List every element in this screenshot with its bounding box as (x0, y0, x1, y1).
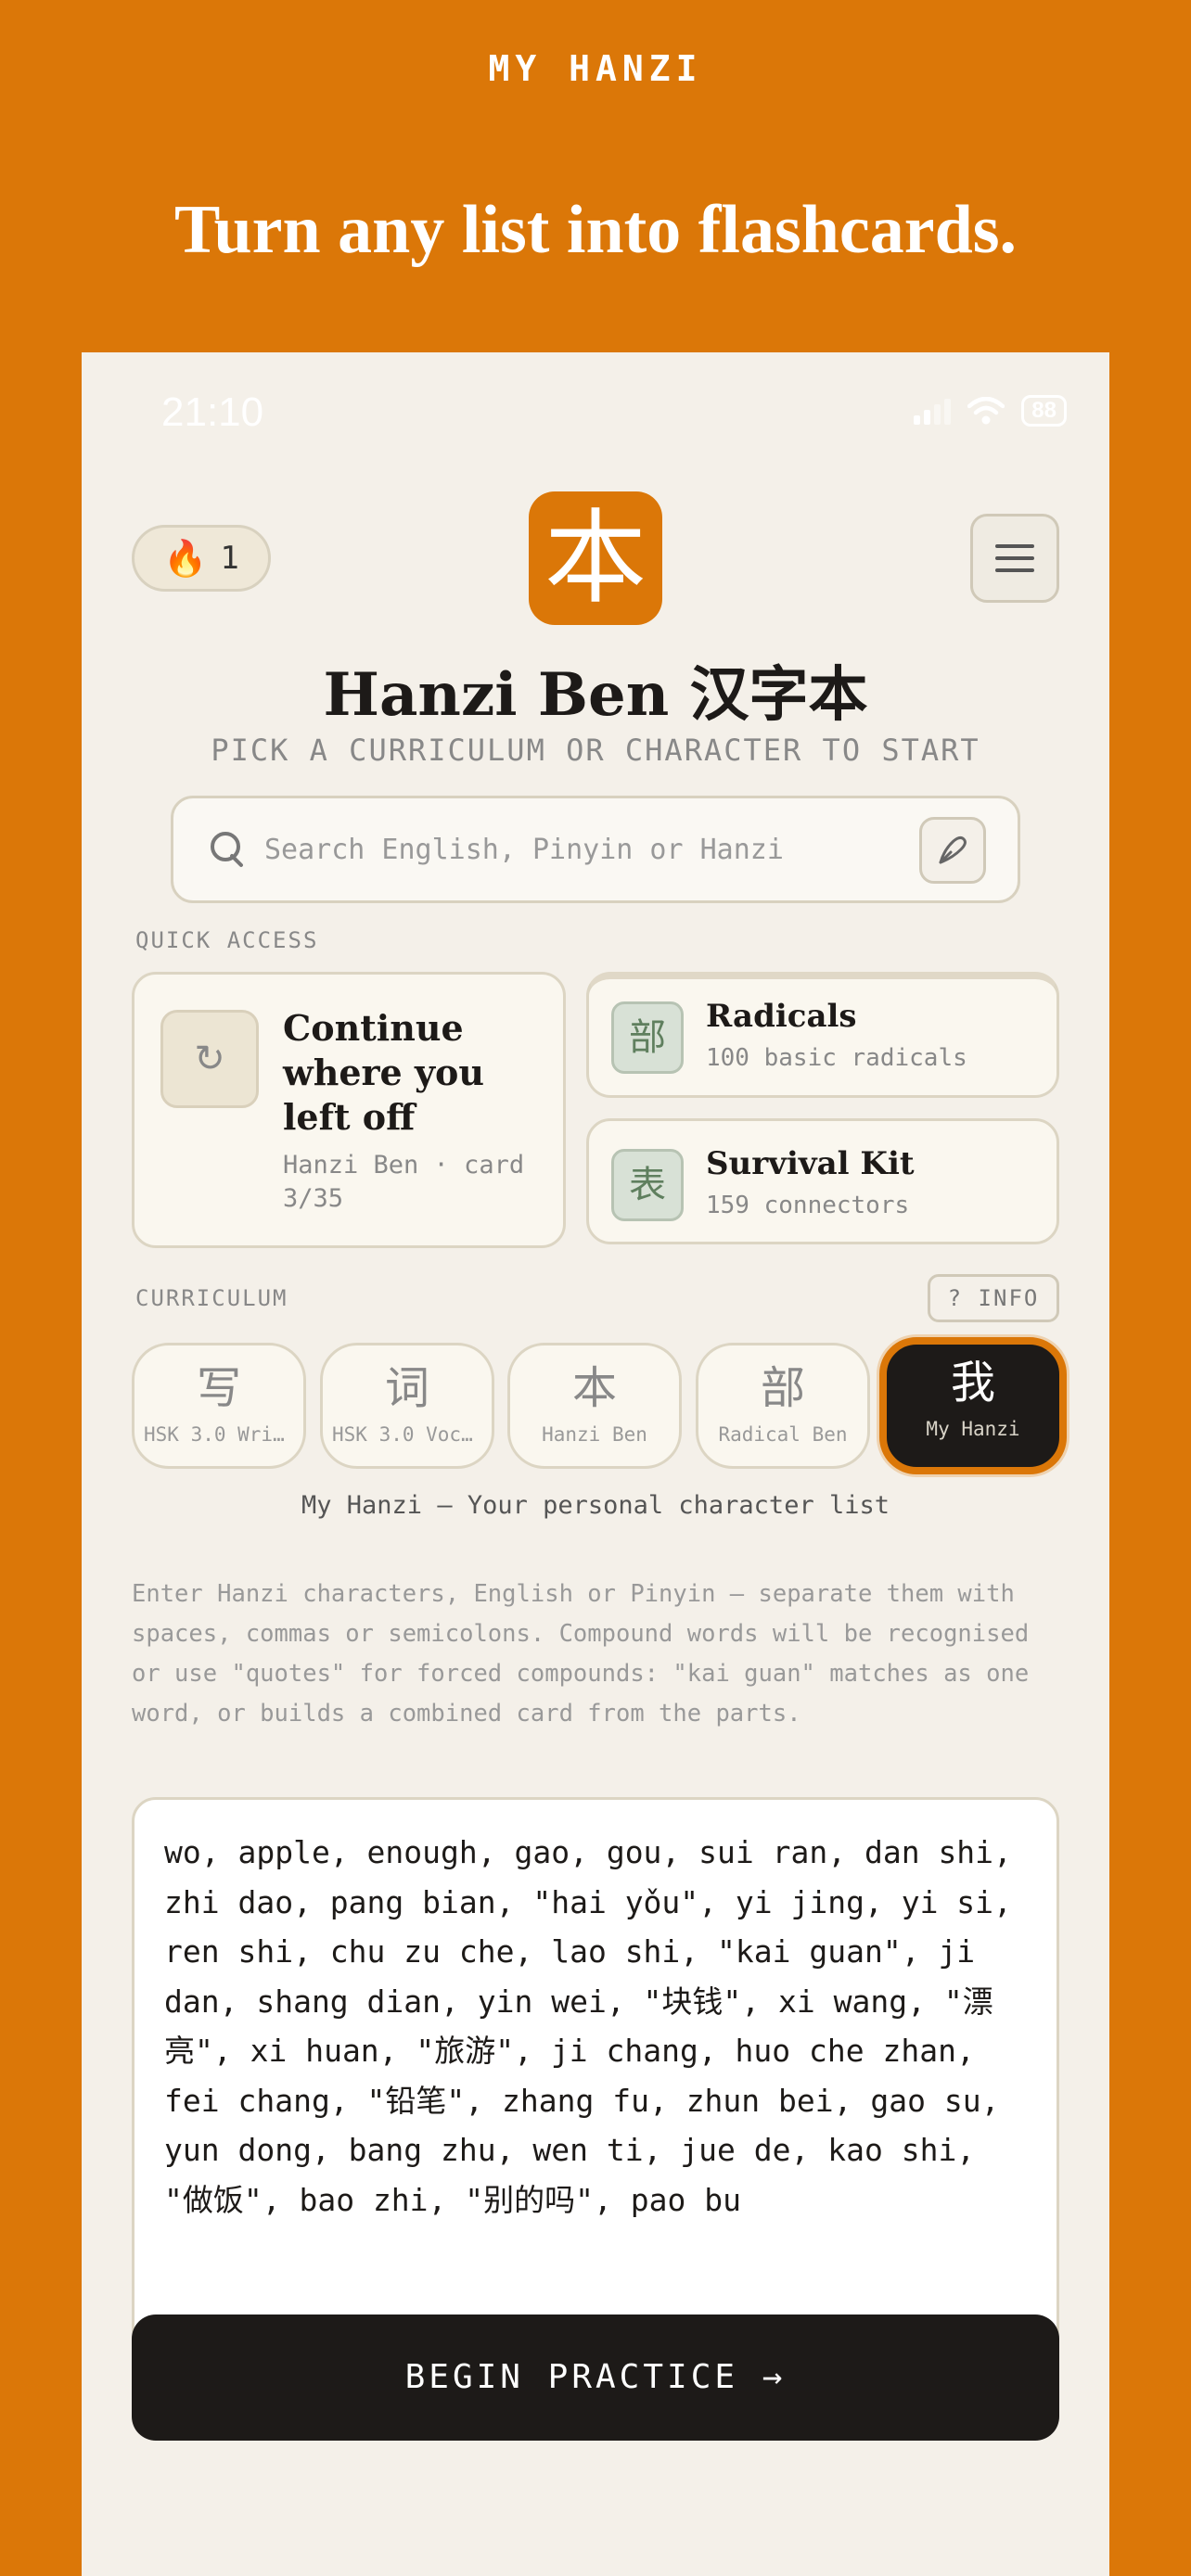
tile-label: HSK 3.0 Vocabulary (332, 1423, 482, 1446)
tile-char: 词 (384, 1362, 429, 1414)
tile-char: 本 (571, 1362, 617, 1414)
info-button[interactable]: ? INFO (928, 1274, 1059, 1322)
promo-headline: Turn any list into flashcards. (173, 192, 1018, 268)
search-icon (209, 830, 248, 869)
help-text: Enter Hanzi characters, English or Pinyi… (132, 1580, 1030, 1728)
tile-label: Radical Ben (718, 1423, 848, 1446)
survival-title: Survival Kit (706, 1145, 915, 1182)
app-title: Hanzi Ben 汉字本 (323, 660, 868, 730)
search-bar[interactable] (171, 796, 1020, 903)
tile-char: 写 (196, 1362, 241, 1414)
streak-badge[interactable]: 🔥 1 (132, 525, 271, 592)
character-list-input[interactable]: wo, apple, enough, gao, gou, sui ran, da… (132, 1797, 1059, 2353)
app-subtitle: PICK A CURRICULUM OR CHARACTER TO START (211, 733, 980, 768)
continue-meta: Hanzi Ben · card 3/35 (283, 1151, 525, 1213)
begin-practice-button[interactable]: BEGIN PRACTICE → (132, 2315, 1059, 2441)
refresh-icon: ↻ (160, 1010, 259, 1108)
curriculum-tiles: 写 HSK 3.0 Writing 词 HSK 3.0 Vocabulary 本… (132, 1337, 1067, 1474)
wifi-icon (967, 397, 1005, 425)
tile-label: HSK 3.0 Writing (144, 1423, 294, 1446)
flame-icon: 🔥 (163, 538, 208, 579)
radicals-subtitle: 100 basic radicals (706, 1044, 967, 1072)
pen-icon (939, 835, 967, 864)
tile-char: 部 (760, 1362, 805, 1414)
survival-char-icon: 表 (611, 1149, 684, 1221)
status-time: 21:10 (161, 389, 264, 435)
search-input[interactable] (264, 833, 904, 866)
quick-access-label: QUICK ACCESS (135, 927, 319, 953)
continue-card[interactable]: ↻ Continue where you left off Hanzi Ben … (132, 972, 566, 1248)
continue-title: Continue where you left off (283, 1007, 484, 1138)
survival-kit-card[interactable]: 表 Survival Kit 159 connectors (586, 1118, 1059, 1244)
tile-hsk-vocabulary[interactable]: 词 HSK 3.0 Vocabulary (320, 1343, 494, 1469)
tile-char: 我 (950, 1357, 995, 1409)
menu-button[interactable] (970, 514, 1059, 603)
promo-tagline: MY HANZI (488, 48, 703, 89)
handwriting-button[interactable] (919, 817, 986, 884)
tile-hanzi-ben[interactable]: 本 Hanzi Ben (507, 1343, 682, 1469)
radicals-title: Radicals (706, 998, 857, 1035)
signal-icon (914, 397, 952, 425)
tile-radical-ben[interactable]: 部 Radical Ben (696, 1343, 870, 1469)
hamburger-icon (995, 544, 1034, 548)
hamburger-icon-line (995, 556, 1034, 560)
radicals-char-icon: 部 (611, 1001, 684, 1074)
curriculum-label: CURRICULUM (135, 1285, 288, 1311)
battery-icon: 88 (1021, 395, 1067, 427)
hamburger-icon-line (995, 568, 1034, 572)
tile-my-hanzi[interactable]: 我 My Hanzi (879, 1337, 1067, 1474)
phone-screen: 21:10 88 🔥 1 本 Hanzi Ben 汉字本 PICK A CURR… (82, 352, 1109, 2576)
tile-label: My Hanzi (926, 1418, 1020, 1440)
radicals-card[interactable]: 部 Radicals 100 basic radicals (586, 972, 1059, 1098)
tile-label: Hanzi Ben (542, 1423, 647, 1446)
survival-subtitle: 159 connectors (706, 1192, 910, 1219)
tile-hsk-writing[interactable]: 写 HSK 3.0 Writing (132, 1343, 306, 1469)
status-icons: 88 (914, 395, 1067, 427)
curriculum-description: My Hanzi — Your personal character list (301, 1491, 890, 1520)
streak-count: 1 (220, 540, 239, 577)
app-logo: 本 (529, 491, 662, 625)
